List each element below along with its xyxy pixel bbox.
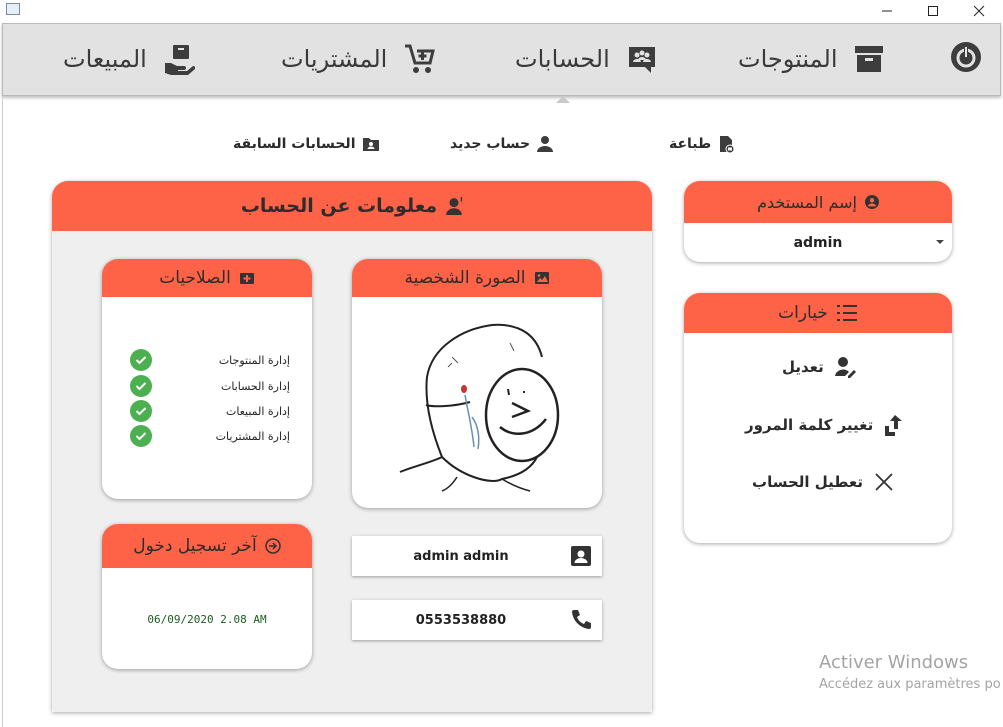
disable-account-label: تعطيل الحساب	[752, 473, 863, 491]
medical-kit-icon	[239, 273, 254, 284]
user-icon	[537, 136, 554, 152]
minimize-button[interactable]	[864, 0, 910, 22]
full-name-field: admin admin	[352, 536, 602, 576]
new-account-link[interactable]: حساب جديد	[450, 133, 554, 155]
menu-products-label: المنتوجات	[738, 45, 838, 73]
permissions-card: الصلاحيات إدارة المنتوجات إدارة الحسابات…	[102, 259, 312, 499]
username-card: إسم المستخدم admin	[684, 181, 952, 262]
content-border	[2, 96, 3, 727]
permission-label: إدارة الحسابات	[220, 379, 290, 393]
profile-picture-card: الصورة الشخصية	[352, 259, 602, 508]
options-title: خيارات	[778, 303, 828, 323]
last-login-value: 06/09/2020 2.08 AM	[147, 613, 267, 626]
options-header: خيارات	[684, 293, 952, 333]
profile-picture-header: الصورة الشخصية	[352, 259, 602, 297]
edit-label: تعديل	[782, 358, 824, 376]
permissions-header: الصلاحيات	[102, 259, 312, 297]
user-edit-icon	[834, 357, 856, 378]
check-icon	[130, 425, 152, 447]
contact-card-icon	[571, 546, 591, 566]
check-icon	[130, 349, 152, 371]
list-icon	[836, 305, 857, 321]
check-icon	[130, 400, 152, 422]
close-button[interactable]	[956, 0, 1002, 22]
print-label: طباعة	[669, 136, 712, 152]
last-login-header: آخر تسجيل دخول	[102, 524, 312, 568]
phone-field: 0553538880	[352, 600, 602, 640]
menu-selection-caret	[556, 96, 570, 103]
close-x-icon	[875, 473, 893, 491]
permission-label: إدارة المبيعات	[225, 404, 290, 418]
change-password-button[interactable]: تغيير كلمة المرور	[745, 412, 905, 438]
swap-arrows-icon	[885, 415, 903, 436]
permissions-title: الصلاحيات	[159, 268, 231, 288]
phone-value: 0553538880	[415, 612, 507, 628]
edit-account-button[interactable]: تعديل	[782, 354, 856, 380]
permission-label: إدارة المشتريات	[215, 429, 290, 443]
profile-picture[interactable]	[352, 307, 602, 507]
account-info-title: معلومات عن الحساب	[240, 195, 438, 217]
menu-purchases[interactable]: المشتريات	[281, 39, 436, 79]
username-title: إسم المستخدم	[757, 192, 857, 212]
previous-accounts-label: الحسابات السابقة	[233, 136, 356, 152]
power-icon[interactable]	[949, 40, 983, 74]
phone-icon	[572, 610, 591, 629]
menu-sales-label: المبيعات	[63, 45, 147, 73]
permission-label: إدارة المنتوجات	[218, 353, 290, 367]
check-icon	[130, 375, 152, 397]
permission-row: إدارة المبيعات	[130, 400, 290, 422]
user-circle-icon	[864, 195, 879, 209]
file-print-icon	[720, 136, 735, 153]
new-account-label: حساب جديد	[450, 136, 531, 152]
title-bar	[0, 0, 1003, 22]
permission-row: إدارة المشتريات	[130, 425, 290, 447]
windows-activation-title: Activer Windows	[819, 652, 969, 673]
previous-accounts-link[interactable]: الحسابات السابقة	[233, 133, 380, 155]
account-info-header: معلومات عن الحساب	[52, 181, 652, 231]
folder-user-icon	[362, 138, 379, 151]
permission-row: إدارة الحسابات	[130, 375, 290, 397]
chevron-down-icon	[936, 240, 944, 244]
menu-sales[interactable]: المبيعات	[63, 39, 195, 79]
print-link[interactable]: طباعة	[669, 133, 735, 155]
profile-picture-title: الصورة الشخصية	[404, 268, 526, 288]
username-select[interactable]: admin	[684, 223, 952, 262]
username-selected-value: admin	[793, 234, 843, 251]
maximize-button[interactable]	[910, 0, 956, 22]
group-chat-icon	[628, 47, 655, 73]
user-info-icon	[446, 197, 463, 215]
menu-accounts-label: الحسابات	[515, 45, 610, 73]
last-login-title: آخر تسجيل دخول	[133, 536, 257, 556]
shopping-cart-icon	[405, 44, 436, 73]
menu-purchases-label: المشتريات	[281, 45, 388, 73]
menu-accounts[interactable]: الحسابات	[515, 39, 658, 79]
menu-products[interactable]: المنتوجات	[738, 39, 885, 79]
sales-hand-box-icon	[164, 45, 195, 75]
username-header: إسم المستخدم	[684, 181, 952, 223]
main-menu-bar: المبيعات المشتريات الحسابات المنتوجات	[2, 23, 1001, 96]
options-card: خيارات تعديل تغيير كلمة المرور تعطيل الح…	[684, 293, 952, 543]
disable-account-button[interactable]: تعطيل الحساب	[752, 469, 895, 495]
app-icon	[6, 3, 20, 15]
last-login-card: آخر تسجيل دخول 06/09/2020 2.08 AM	[102, 524, 312, 669]
image-icon	[534, 272, 549, 284]
sign-in-icon	[265, 538, 281, 554]
archive-box-icon	[855, 46, 884, 72]
windows-activation-subtitle: Accédez aux paramètres po	[819, 677, 1001, 692]
permission-row: إدارة المنتوجات	[130, 349, 290, 371]
full-name-value: admin admin	[413, 548, 509, 564]
change-password-label: تغيير كلمة المرور	[745, 416, 874, 434]
